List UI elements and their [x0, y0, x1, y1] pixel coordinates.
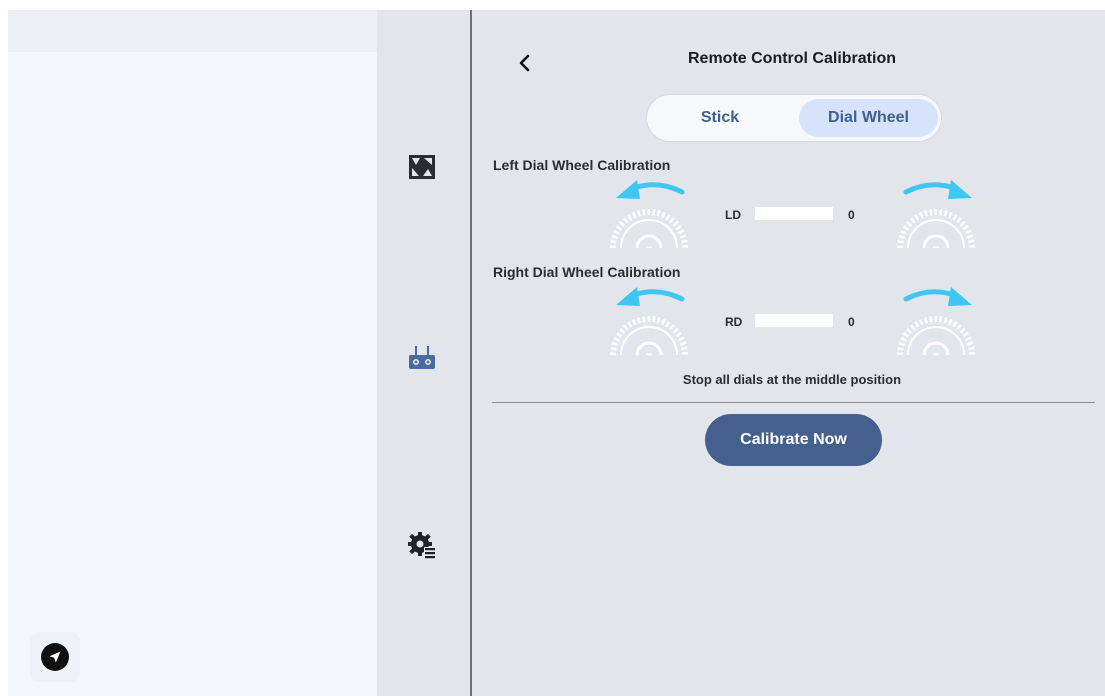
dial-wheel-icon [897, 316, 975, 355]
camera-settings-icon[interactable] [402, 147, 442, 187]
left-dial-row: LD 0 [472, 178, 1105, 258]
back-button[interactable] [510, 48, 540, 78]
left-top-bar [8, 10, 377, 52]
remote-controller-icon [409, 346, 435, 369]
left-dial-heading: Left Dial Wheel Calibration [493, 157, 671, 173]
rd-value-bar [755, 314, 833, 327]
calibrate-now-button[interactable]: Calibrate Now [705, 414, 882, 466]
calibration-mode-toggle: Stick Dial Wheel [646, 94, 942, 142]
tab-stick[interactable]: Stick [651, 99, 789, 137]
settings-nav-rail [377, 10, 470, 696]
left-panel [8, 10, 377, 696]
section-divider [492, 402, 1095, 403]
rd-axis-label: RD [725, 315, 743, 329]
gear-settings-icon [408, 532, 436, 559]
dial-wheel-icon [897, 209, 975, 248]
ld-value: 0 [848, 208, 855, 222]
rd-value: 0 [848, 315, 855, 329]
ld-axis-label: LD [725, 208, 741, 222]
calibration-panel: Remote Control Calibration Stick Dial Wh… [472, 10, 1105, 696]
dial-wheel-icon [610, 209, 688, 248]
right-dial-row: RD 0 [472, 285, 1105, 365]
navigate-button[interactable] [30, 632, 80, 682]
dial-wheel-icon [610, 316, 688, 355]
remote-controller-settings-icon[interactable] [402, 337, 442, 377]
camera-aperture-icon [409, 155, 435, 179]
ld-value-bar [755, 207, 833, 220]
right-dial-heading: Right Dial Wheel Calibration [493, 264, 681, 280]
page-title: Remote Control Calibration [687, 50, 896, 67]
calibration-hint: Stop all dials at the middle position [682, 372, 902, 387]
chevron-left-icon [519, 54, 530, 72]
tab-dial-wheel[interactable]: Dial Wheel [799, 99, 938, 137]
navigate-arrow-icon [41, 643, 69, 671]
general-settings-icon[interactable] [402, 525, 442, 565]
